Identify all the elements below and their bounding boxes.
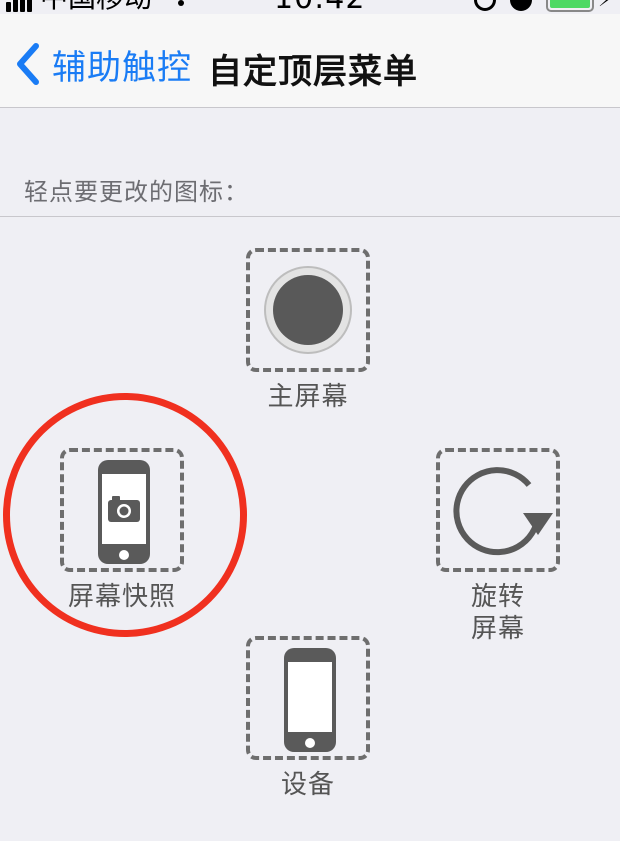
orientation-lock-icon <box>474 0 496 11</box>
slot-home[interactable] <box>246 248 370 372</box>
camera-icon <box>108 496 140 522</box>
carrier-name: 中国移动 <box>40 0 152 12</box>
slot-device[interactable] <box>246 636 370 760</box>
wifi-icon <box>178 0 185 6</box>
status-left: 中国移动 <box>6 0 196 12</box>
battery-level <box>550 0 590 8</box>
back-button-label: 辅助触控 <box>52 47 192 88</box>
phone-home-dot <box>119 550 129 560</box>
phone-icon <box>284 648 336 752</box>
phone-camera-icon <box>98 460 150 564</box>
charging-bolt-icon: ⚡ <box>598 0 613 11</box>
slot-device-label: 设备 <box>280 770 335 800</box>
slot-home-label: 主屏幕 <box>267 382 349 412</box>
battery-icon <box>546 0 594 12</box>
slot-rotate-label-line2: 屏幕 <box>470 614 525 644</box>
slot-screenshot-label: 屏幕快照 <box>67 582 176 612</box>
page-title: 自定顶层菜单 <box>208 52 418 92</box>
phone-screen <box>288 662 332 732</box>
status-time: 10:42 <box>274 0 365 14</box>
navigation-bar: 辅助触控 自定顶层菜单 <box>0 14 620 108</box>
chevron-left-icon <box>17 43 39 85</box>
slot-rotate-label-line1: 旋转 <box>470 582 525 612</box>
slot-rotate[interactable] <box>436 448 560 572</box>
section-header: 轻点要更改的图标： <box>24 178 249 206</box>
signal-strength-icon <box>6 0 34 12</box>
rotate-arrow-icon <box>453 467 553 556</box>
back-button[interactable]: 辅助触控 <box>10 40 192 88</box>
status-right: ⚡ <box>474 0 613 12</box>
home-button-icon <box>264 266 352 354</box>
section-divider <box>0 216 620 217</box>
phone-home-dot <box>305 738 315 748</box>
home-button-inner <box>273 275 343 345</box>
screen: 中国移动 10:42 ⚡ 辅助触控 自定顶层菜单 轻点要更改的图标： <box>0 0 620 841</box>
status-bar: 中国移动 10:42 ⚡ <box>0 0 620 14</box>
alarm-icon <box>510 0 532 11</box>
slot-screenshot[interactable] <box>60 448 184 572</box>
